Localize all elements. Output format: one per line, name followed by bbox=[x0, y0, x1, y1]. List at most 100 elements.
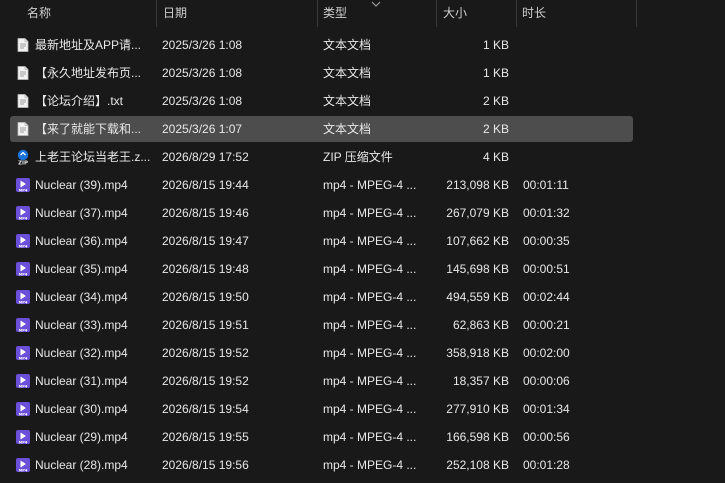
file-type: 文本文档 bbox=[323, 38, 372, 52]
column-header-bar: 名称 日期 类型 大小 时长 bbox=[0, 0, 725, 27]
file-row[interactable]: MP4 Nuclear (35).mp4 2026/8/15 19:48 mp4 - … bbox=[10, 256, 633, 282]
mp4-video-icon: MP4 bbox=[15, 233, 31, 249]
file-name: Nuclear (35).mp4 bbox=[35, 262, 128, 276]
mp4-video-icon: MP4 bbox=[15, 401, 31, 417]
svg-text:MP4: MP4 bbox=[19, 329, 28, 333]
svg-text:MP4: MP4 bbox=[19, 189, 28, 193]
svg-text:MP4: MP4 bbox=[19, 385, 28, 389]
file-duration bbox=[523, 88, 613, 114]
file-type: mp4 - MPEG-4 ... bbox=[323, 318, 417, 332]
document-icon bbox=[15, 65, 31, 81]
file-duration: 00:00:06 bbox=[523, 374, 570, 388]
column-divider[interactable] bbox=[636, 0, 637, 27]
file-row[interactable]: MP4 Nuclear (34).mp4 2026/8/15 19:50 mp4 - … bbox=[10, 284, 633, 310]
document-icon bbox=[15, 93, 31, 109]
file-row[interactable]: 【论坛介绍】.txt 2025/3/26 1:08 文本文档 2 KB bbox=[10, 88, 633, 114]
file-name: Nuclear (36).mp4 bbox=[35, 234, 128, 248]
svg-text:MP4: MP4 bbox=[19, 441, 28, 445]
zip-icon: ZIP bbox=[15, 149, 31, 167]
file-name: Nuclear (39).mp4 bbox=[35, 178, 128, 192]
file-type: mp4 - MPEG-4 ... bbox=[323, 178, 417, 192]
column-divider[interactable] bbox=[317, 0, 318, 27]
file-row[interactable]: MP4 Nuclear (30).mp4 2026/8/15 19:54 mp4 - … bbox=[10, 396, 633, 422]
document-icon bbox=[15, 37, 31, 53]
file-date: 2026/8/15 19:47 bbox=[162, 234, 249, 248]
file-row[interactable]: MP4 Nuclear (31).mp4 2026/8/15 19:52 mp4 - … bbox=[10, 368, 633, 394]
file-name: Nuclear (29).mp4 bbox=[35, 430, 128, 444]
file-row[interactable]: MP4 Nuclear (39).mp4 2026/8/15 19:44 mp4 - … bbox=[10, 172, 633, 198]
column-divider[interactable] bbox=[516, 0, 517, 27]
file-type: mp4 - MPEG-4 ... bbox=[323, 346, 417, 360]
file-row[interactable]: MP4 Nuclear (37).mp4 2026/8/15 19:46 mp4 - … bbox=[10, 200, 633, 226]
file-duration: 00:01:11 bbox=[523, 178, 569, 192]
file-duration: 00:01:32 bbox=[523, 206, 570, 220]
file-type: mp4 - MPEG-4 ... bbox=[323, 290, 417, 304]
column-header-name[interactable]: 名称 bbox=[27, 0, 152, 27]
file-name: Nuclear (30).mp4 bbox=[35, 402, 128, 416]
column-divider[interactable] bbox=[156, 0, 157, 27]
file-size: 18,357 KB bbox=[452, 374, 509, 388]
file-duration: 00:00:35 bbox=[523, 234, 570, 248]
mp4-video-icon: MP4 bbox=[15, 289, 31, 305]
file-duration bbox=[523, 144, 613, 170]
file-row[interactable]: 最新地址及APP请... 2025/3/26 1:08 文本文档 1 KB bbox=[10, 32, 633, 58]
svg-text:MP4: MP4 bbox=[19, 413, 28, 417]
column-header-duration[interactable]: 时长 bbox=[522, 0, 632, 27]
mp4-video-icon: MP4 bbox=[15, 177, 31, 193]
file-row[interactable]: ZIP 上老王论坛当老王.z... 2026/8/29 17:52 ZIP 压缩文件 4… bbox=[10, 144, 633, 170]
file-size: 213,098 KB bbox=[446, 178, 509, 192]
mp4-video-icon: MP4 bbox=[15, 317, 31, 333]
file-name: Nuclear (37).mp4 bbox=[35, 206, 128, 220]
file-date: 2025/3/26 1:08 bbox=[162, 66, 243, 80]
file-date: 2025/3/26 1:08 bbox=[162, 94, 243, 108]
file-date: 2026/8/15 19:54 bbox=[162, 402, 249, 416]
file-name: 【来了就能下载和... bbox=[35, 122, 142, 136]
file-date: 2026/8/15 19:52 bbox=[162, 374, 249, 388]
file-date: 2026/8/15 19:50 bbox=[162, 290, 249, 304]
file-size: 2 KB bbox=[482, 94, 509, 108]
column-header-date[interactable]: 日期 bbox=[163, 0, 313, 27]
file-date: 2026/8/15 19:51 bbox=[162, 318, 249, 332]
file-name: 上老王论坛当老王.z... bbox=[35, 150, 151, 164]
file-name: 最新地址及APP请... bbox=[35, 38, 142, 52]
mp4-video-icon: MP4 bbox=[15, 373, 31, 389]
file-duration: 00:00:51 bbox=[523, 262, 570, 276]
file-date: 2026/8/15 19:44 bbox=[162, 178, 249, 192]
file-name: Nuclear (33).mp4 bbox=[35, 318, 128, 332]
file-duration: 00:01:28 bbox=[523, 458, 570, 472]
file-row[interactable]: MP4 Nuclear (33).mp4 2026/8/15 19:51 mp4 - … bbox=[10, 312, 633, 338]
file-date: 2025/3/26 1:07 bbox=[162, 122, 243, 136]
file-row[interactable]: 【来了就能下载和... 2025/3/26 1:07 文本文档 2 KB bbox=[10, 116, 633, 142]
file-duration: 00:02:00 bbox=[523, 346, 570, 360]
mp4-video-icon: MP4 bbox=[15, 261, 31, 277]
file-name: 【论坛介绍】.txt bbox=[35, 94, 124, 108]
file-size: 1 KB bbox=[482, 38, 509, 52]
file-row[interactable]: MP4 Nuclear (29).mp4 2026/8/15 19:55 mp4 - … bbox=[10, 424, 633, 450]
file-duration bbox=[523, 60, 613, 86]
file-size: 267,079 KB bbox=[446, 206, 509, 220]
file-date: 2026/8/15 19:46 bbox=[162, 206, 249, 220]
mp4-video-icon: MP4 bbox=[15, 205, 31, 221]
file-duration: 00:01:34 bbox=[523, 402, 570, 416]
column-header-size[interactable]: 大小 bbox=[443, 0, 513, 27]
mp4-video-icon: MP4 bbox=[15, 457, 31, 473]
file-row[interactable]: MP4 Nuclear (32).mp4 2026/8/15 19:52 mp4 - … bbox=[10, 340, 633, 366]
file-type: mp4 - MPEG-4 ... bbox=[323, 430, 417, 444]
svg-text:MP4: MP4 bbox=[19, 301, 28, 305]
file-row[interactable]: 【永久地址发布页... 2025/3/26 1:08 文本文档 1 KB bbox=[10, 60, 633, 86]
file-size: 2 KB bbox=[482, 122, 509, 136]
file-name: Nuclear (32).mp4 bbox=[35, 346, 128, 360]
file-row[interactable]: MP4 Nuclear (36).mp4 2026/8/15 19:47 mp4 - … bbox=[10, 228, 633, 254]
file-size: 107,662 KB bbox=[446, 234, 509, 248]
file-type: mp4 - MPEG-4 ... bbox=[323, 206, 417, 220]
file-duration bbox=[523, 32, 613, 58]
file-name: Nuclear (28).mp4 bbox=[35, 458, 128, 472]
file-type: mp4 - MPEG-4 ... bbox=[323, 234, 417, 248]
file-size: 277,910 KB bbox=[446, 402, 509, 416]
file-row[interactable]: MP4 Nuclear (28).mp4 2026/8/15 19:56 mp4 - … bbox=[10, 452, 633, 478]
file-type: 文本文档 bbox=[323, 66, 372, 80]
file-type: ZIP 压缩文件 bbox=[323, 150, 393, 164]
file-size: 62,863 KB bbox=[452, 318, 509, 332]
column-divider[interactable] bbox=[436, 0, 437, 27]
file-size: 252,108 KB bbox=[446, 458, 509, 472]
